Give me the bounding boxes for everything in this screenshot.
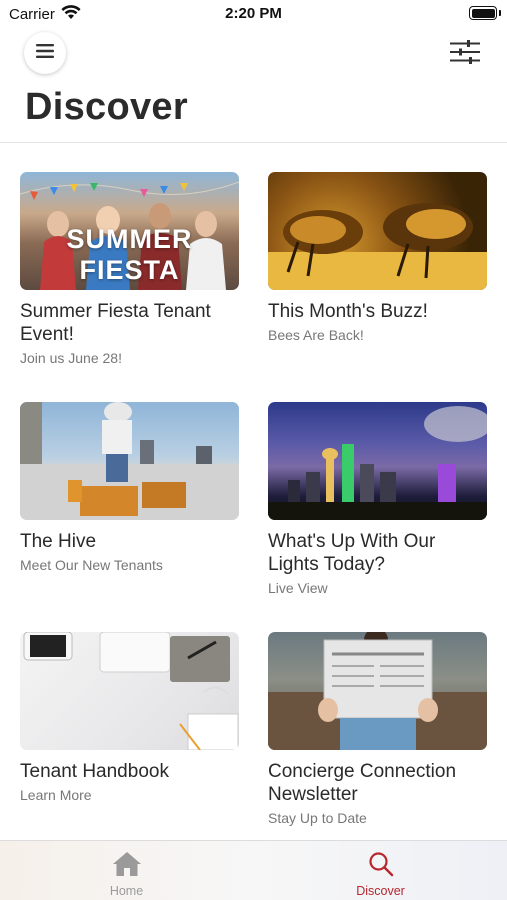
card-monthly-buzz[interactable]: This Month's Buzz! Bees Are Back!: [268, 172, 487, 343]
tab-bar: Home Discover: [0, 840, 507, 900]
card-subtitle: Bees Are Back!: [268, 327, 364, 343]
header-divider: [0, 142, 507, 143]
menu-button[interactable]: [24, 32, 66, 74]
hamburger-icon: [36, 43, 54, 63]
filter-button[interactable]: [447, 36, 483, 72]
tab-label: Home: [109, 884, 144, 898]
status-time: 2:20 PM: [225, 5, 282, 22]
home-icon: [112, 851, 142, 882]
status-bar: Carrier 2:20 PM: [0, 0, 507, 28]
tab-label: Discover: [356, 884, 405, 898]
battery-tip: [499, 10, 501, 16]
card-image: [268, 402, 487, 520]
card-image: [268, 632, 487, 750]
battery-icon: [469, 6, 497, 20]
card-image: SUMMER FIESTA: [20, 172, 239, 290]
card-the-hive[interactable]: The Hive Meet Our New Tenants: [20, 402, 239, 573]
search-icon: [368, 851, 394, 882]
card-title: Tenant Handbook: [20, 761, 169, 782]
card-subtitle: Join us June 28!: [20, 350, 122, 366]
card-subtitle: Live View: [268, 580, 328, 596]
card-image-text: SUMMER FIESTA: [66, 224, 193, 285]
card-subtitle: Learn More: [20, 787, 92, 803]
page-title: Discover: [25, 86, 188, 128]
card-title: What's Up With Our Lights Today?: [268, 531, 436, 575]
card-image: [20, 632, 239, 750]
card-title: Summer Fiesta Tenant Event!: [20, 301, 211, 345]
tab-home[interactable]: Home: [0, 841, 253, 900]
tab-discover[interactable]: Discover: [254, 841, 507, 900]
sliders-icon: [450, 39, 480, 69]
card-subtitle: Meet Our New Tenants: [20, 557, 163, 573]
card-image: [268, 172, 487, 290]
card-lights[interactable]: What's Up With Our Lights Today? Live Vi…: [268, 402, 487, 596]
card-tenant-handbook[interactable]: Tenant Handbook Learn More: [20, 632, 239, 803]
card-title: This Month's Buzz!: [268, 301, 428, 322]
card-newsletter[interactable]: Concierge Connection Newsletter Stay Up …: [268, 632, 487, 826]
card-title: Concierge Connection Newsletter: [268, 761, 457, 805]
card-title: The Hive: [20, 531, 97, 552]
card-image: [20, 402, 239, 520]
card-subtitle: Stay Up to Date: [268, 810, 367, 826]
card-summer-fiesta[interactable]: SUMMER FIESTA Summer Fiesta Tenant Event…: [20, 172, 239, 366]
